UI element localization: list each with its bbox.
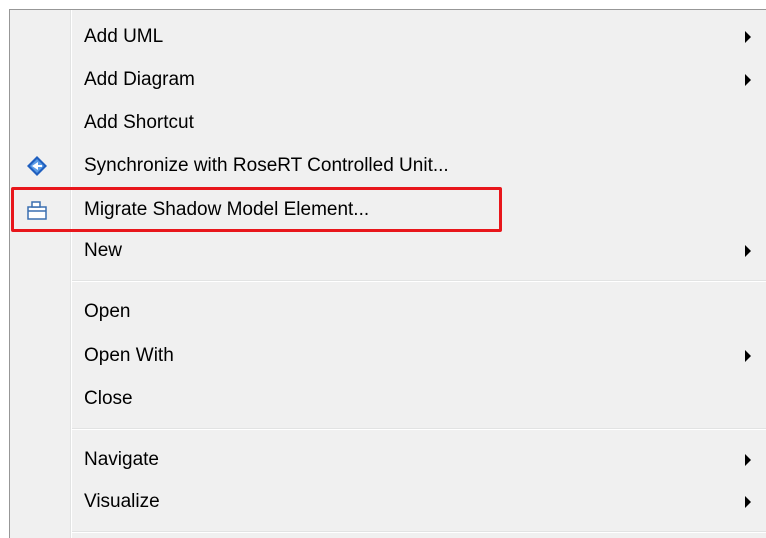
menu-item-label: Navigate <box>84 449 159 470</box>
menu-item-label: Visualize <box>84 491 160 512</box>
menu-item-synchronize-rosert[interactable]: Synchronize with RoseRT Controlled Unit.… <box>10 146 766 186</box>
menu-item-label: Open With <box>84 345 174 366</box>
menu-separator <box>72 428 766 430</box>
submenu-arrow-icon <box>745 454 751 466</box>
submenu-arrow-icon <box>745 496 751 508</box>
menu-item-label: New <box>84 240 123 261</box>
menu-item-label: Open <box>84 301 131 322</box>
menu-item-label: Add UML <box>84 26 164 47</box>
menu-item-open-with[interactable]: Open With <box>10 336 766 376</box>
menu-item-add-shortcut[interactable]: Add Shortcut <box>10 103 766 143</box>
menu-item-label: Add Diagram <box>84 69 195 90</box>
context-menu: Add UML Add Diagram Add Shortcut Synchro… <box>9 9 766 538</box>
sync-diamond-icon <box>25 154 49 178</box>
submenu-arrow-icon <box>745 245 751 257</box>
menu-item-new[interactable]: New <box>10 231 766 271</box>
submenu-arrow-icon <box>745 31 751 43</box>
highlight-annotation-box <box>11 187 502 232</box>
menu-item-navigate[interactable]: Navigate <box>10 440 766 480</box>
menu-item-add-uml[interactable]: Add UML <box>10 17 766 57</box>
menu-item-add-diagram[interactable]: Add Diagram <box>10 60 766 100</box>
screenshot-page: Add UML Add Diagram Add Shortcut Synchro… <box>0 0 766 538</box>
menu-item-label: Synchronize with RoseRT Controlled Unit.… <box>84 155 449 176</box>
menu-item-close[interactable]: Close <box>10 379 766 419</box>
menu-separator <box>72 280 766 282</box>
menu-item-label: Close <box>84 388 133 409</box>
menu-separator <box>72 531 766 533</box>
menu-item-label: Add Shortcut <box>84 112 194 133</box>
submenu-arrow-icon <box>745 350 751 362</box>
menu-item-visualize[interactable]: Visualize <box>10 482 766 522</box>
submenu-arrow-icon <box>745 74 751 86</box>
menu-item-open[interactable]: Open <box>10 292 766 332</box>
